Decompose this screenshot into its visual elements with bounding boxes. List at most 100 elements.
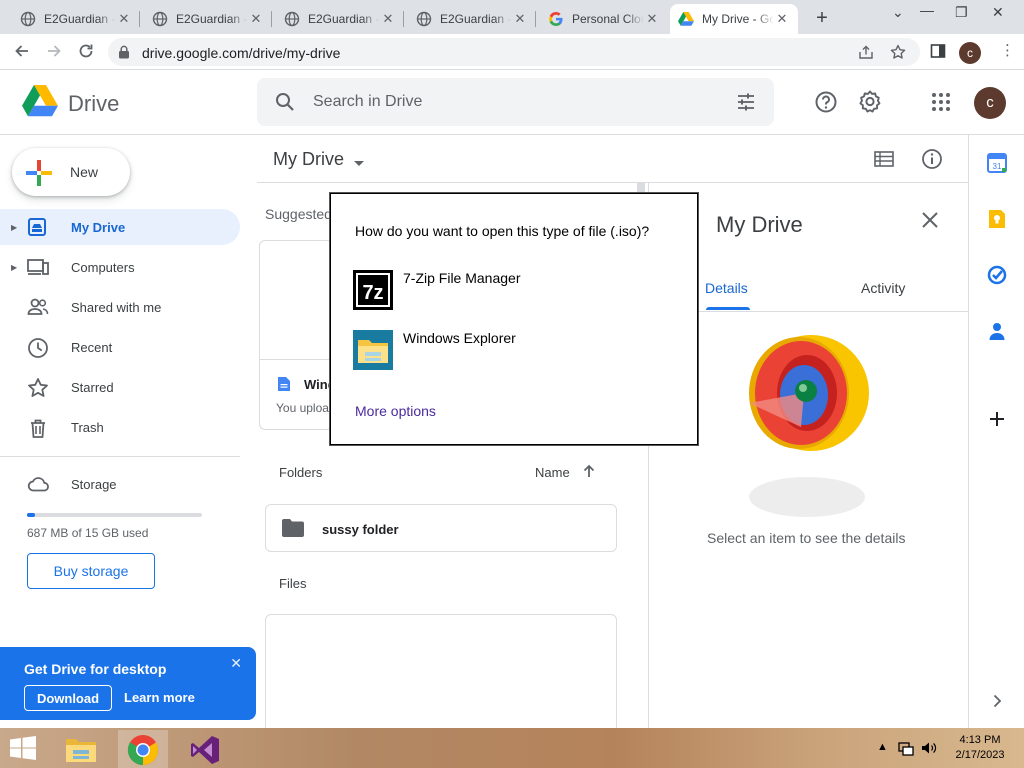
- tab-search-chevron-icon[interactable]: ⌄: [892, 4, 904, 21]
- expand-caret-icon[interactable]: ▶: [11, 223, 17, 232]
- sidebar-item-my-drive[interactable]: ▶ My Drive: [0, 209, 240, 245]
- sort-by-name[interactable]: Name: [535, 465, 570, 480]
- close-icon[interactable]: ✕: [248, 11, 264, 27]
- 7zip-icon: 7z: [353, 270, 393, 310]
- close-icon[interactable]: ✕: [774, 11, 790, 27]
- open-with-option-windows-explorer[interactable]: Windows Explorer: [351, 330, 671, 374]
- sort-arrow-up-icon[interactable]: [581, 463, 597, 482]
- suggested-file-card[interactable]: Windows You uploaded: [259, 240, 333, 430]
- list-view-icon[interactable]: [874, 150, 894, 171]
- browser-tab[interactable]: Personal Cloud Storage ✕: [540, 4, 668, 34]
- windows-start-icon[interactable]: [8, 736, 38, 763]
- caret-down-icon[interactable]: [354, 155, 364, 170]
- storage-usage-fill: [27, 513, 35, 517]
- browser-tab[interactable]: E2Guardian - Access Denied ✕: [408, 4, 536, 34]
- minimize-icon[interactable]: —: [920, 2, 934, 18]
- address-bar[interactable]: drive.google.com/drive/my-drive: [108, 38, 920, 66]
- suggested-file-name: Windows: [304, 377, 332, 392]
- sidebar-item-computers[interactable]: ▶ Computers: [0, 249, 240, 285]
- drive-logo-icon[interactable]: [22, 85, 58, 120]
- close-icon[interactable]: ✕: [380, 11, 396, 27]
- browser-profile-avatar[interactable]: c: [959, 42, 981, 64]
- browser-tab-label: E2Guardian - Access Denied: [308, 12, 380, 26]
- tasks-icon[interactable]: [987, 265, 1007, 285]
- calendar-icon[interactable]: 31: [987, 153, 1007, 173]
- sidebar-item-label: Shared with me: [71, 299, 162, 315]
- share-icon[interactable]: [858, 44, 874, 60]
- sidebar-item-trash[interactable]: Trash: [0, 409, 240, 445]
- file-card[interactable]: [265, 614, 617, 734]
- window-close-icon[interactable]: ✕: [992, 4, 1004, 21]
- storage-usage-bar: [27, 513, 202, 517]
- volume-icon[interactable]: [921, 740, 937, 759]
- details-empty-illustration: [749, 333, 869, 521]
- forward-arrow-icon[interactable]: [44, 42, 64, 62]
- menu-kebab-icon[interactable]: ⋮: [1000, 42, 1015, 60]
- sidebar-item-shared-with-me[interactable]: Shared with me: [0, 289, 240, 325]
- file-explorer-icon: [65, 734, 97, 767]
- new-button-label: New: [70, 164, 99, 180]
- bookmark-star-icon[interactable]: [890, 44, 906, 60]
- keep-icon[interactable]: [987, 209, 1007, 229]
- open-with-option-7zip[interactable]: 7z 7-Zip File Manager: [351, 270, 671, 314]
- sidebar-item-recent[interactable]: Recent: [0, 329, 240, 365]
- search-filter-icon[interactable]: [736, 92, 756, 115]
- page-title[interactable]: My Drive: [273, 149, 344, 170]
- sidebar-item-label: Storage: [71, 476, 117, 492]
- new-tab-button[interactable]: +: [810, 7, 834, 31]
- files-section-label: Files: [279, 576, 307, 591]
- taskbar-file-explorer[interactable]: [56, 730, 106, 768]
- tab-activity[interactable]: Activity: [861, 280, 905, 296]
- close-icon[interactable]: ✕: [230, 655, 242, 672]
- tray-overflow-caret-icon[interactable]: ▲: [877, 741, 888, 753]
- sidebar-item-label: Trash: [71, 419, 104, 435]
- globe-icon: [20, 11, 36, 27]
- computer-icon: [27, 257, 49, 279]
- more-options-link[interactable]: More options: [355, 403, 436, 419]
- folder-item[interactable]: sussy folder: [265, 504, 617, 552]
- reload-icon[interactable]: [76, 42, 96, 62]
- browser-tab-label: My Drive - Google Drive: [702, 12, 774, 26]
- back-arrow-icon[interactable]: [12, 42, 32, 62]
- sidebar-item-storage[interactable]: Storage: [0, 466, 240, 502]
- buy-storage-button[interactable]: Buy storage: [27, 553, 155, 589]
- browser-tab[interactable]: E2Guardian - Access Denied ✕: [276, 4, 404, 34]
- add-addon-plus-icon[interactable]: [987, 409, 1007, 429]
- new-button[interactable]: New: [12, 148, 130, 196]
- search-icon[interactable]: [275, 92, 295, 115]
- download-button[interactable]: Download: [24, 685, 112, 711]
- cloud-icon: [27, 474, 49, 496]
- help-icon[interactable]: [814, 90, 838, 114]
- apps-grid-icon[interactable]: [929, 90, 953, 114]
- browser-toolbar: drive.google.com/drive/my-drive ⋮: [0, 34, 1024, 70]
- suggested-file-desc: You uploaded: [276, 401, 332, 415]
- account-avatar[interactable]: c: [974, 87, 1006, 119]
- taskbar-visual-studio[interactable]: [180, 730, 230, 768]
- settings-gear-icon[interactable]: [858, 90, 882, 114]
- expand-caret-icon[interactable]: ▶: [11, 263, 17, 272]
- plus-icon: [26, 160, 52, 189]
- browser-tab[interactable]: E2Guardian - Access Denied ✕: [12, 4, 140, 34]
- close-icon[interactable]: ✕: [644, 11, 660, 27]
- close-icon[interactable]: ✕: [512, 11, 528, 27]
- dialog-question: How do you want to open this type of fil…: [355, 223, 650, 239]
- side-panel-icon[interactable]: [930, 43, 946, 64]
- browser-tab-active[interactable]: My Drive - Google Drive ✕: [670, 4, 798, 34]
- contacts-icon[interactable]: [987, 321, 1007, 341]
- search-input[interactable]: [313, 90, 693, 114]
- learn-more-link[interactable]: Learn more: [124, 690, 195, 705]
- browser-tab[interactable]: E2Guardian - Access Denied ✕: [144, 4, 272, 34]
- network-icon[interactable]: [898, 740, 914, 759]
- taskbar-chrome[interactable]: [118, 730, 168, 768]
- details-empty-hint: Select an item to see the details: [707, 530, 906, 546]
- info-icon[interactable]: [921, 148, 943, 173]
- restore-icon[interactable]: ❐: [955, 4, 968, 21]
- close-icon[interactable]: [921, 211, 939, 232]
- close-icon[interactable]: ✕: [116, 11, 132, 27]
- taskbar-clock[interactable]: 4:13 PM 2/17/2023: [950, 733, 1010, 763]
- visual-studio-icon: [189, 734, 221, 768]
- tab-details[interactable]: Details: [705, 280, 748, 296]
- svg-text:7z: 7z: [362, 282, 383, 304]
- expand-panel-chevron-icon[interactable]: [987, 691, 1007, 711]
- sidebar-item-starred[interactable]: Starred: [0, 369, 240, 405]
